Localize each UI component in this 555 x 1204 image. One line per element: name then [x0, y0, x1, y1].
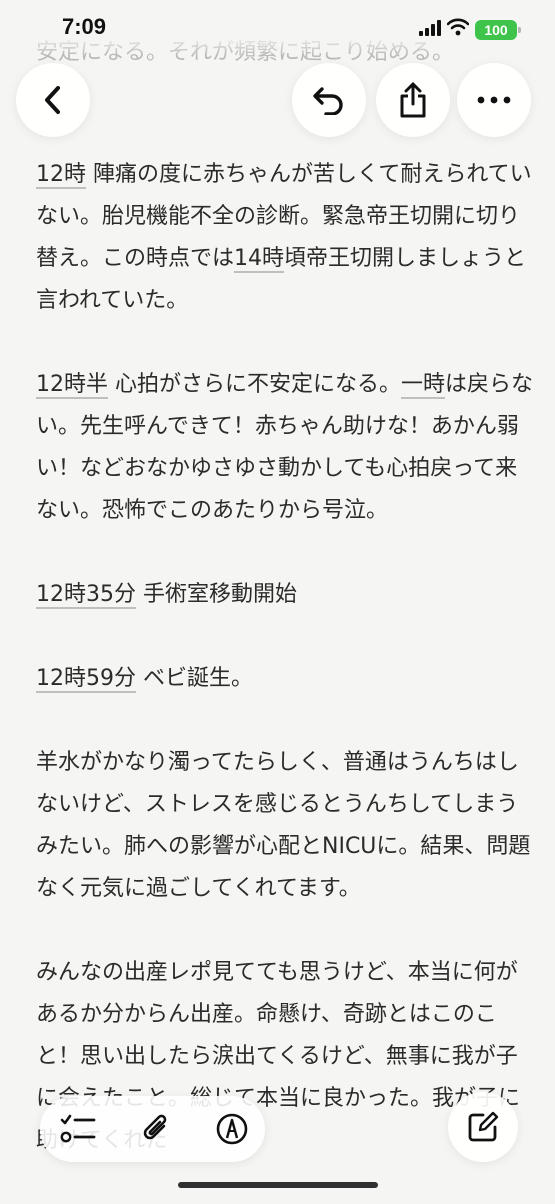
compose-button[interactable] — [448, 1092, 518, 1162]
battery-indicator: 100 — [475, 20, 521, 40]
more-icon — [477, 96, 511, 104]
bottom-toolbar — [40, 1096, 265, 1162]
undo-icon — [313, 87, 343, 115]
back-button[interactable] — [16, 63, 90, 137]
more-button[interactable] — [457, 63, 531, 137]
note-paragraph: 12時35分 手術室移動開始 — [36, 582, 297, 609]
checklist-icon — [60, 1114, 96, 1143]
time-link[interactable]: 14時 — [234, 246, 285, 273]
status-time: 7:09 — [62, 14, 107, 39]
checklist-button[interactable] — [58, 1109, 98, 1149]
wifi-icon — [447, 18, 469, 36]
share-icon — [400, 82, 426, 118]
note-paragraph: 12時 陣痛の度に赤ちゃんが苦しくて耐えられていない。胎児機能不全の診断。緊急帝… — [36, 162, 532, 313]
home-indicator[interactable] — [178, 1182, 378, 1188]
note-paragraph: 12時半 心拍がさらに不安定になる。一時は戻らない。先生呼んできて！赤ちゃん助け… — [36, 372, 534, 523]
note-paragraph: 羊水がかなり濁ってたらしく、普通はうんちはしないけど、ストレスを感じるとうんちし… — [36, 750, 531, 901]
compose-icon — [468, 1111, 499, 1142]
time-link[interactable]: 12時59分 — [36, 666, 136, 693]
note-paragraph: 12時59分 ベビ誕生。 — [36, 666, 253, 693]
status-bar: 7:09 100 — [0, 0, 555, 56]
undo-button[interactable] — [292, 63, 366, 137]
markup-button[interactable] — [212, 1109, 252, 1149]
pen-markup-icon — [216, 1113, 248, 1145]
time-link[interactable]: 12時半 — [36, 372, 108, 399]
share-button[interactable] — [376, 63, 450, 137]
time-link[interactable]: 12時 — [36, 162, 86, 189]
paperclip-icon — [143, 1114, 167, 1140]
chevron-left-icon — [45, 86, 60, 114]
cellular-signal-icon — [419, 20, 441, 36]
attachment-button[interactable] — [136, 1109, 176, 1149]
time-link[interactable]: 一時 — [401, 372, 446, 399]
time-link[interactable]: 12時35分 — [36, 582, 136, 609]
